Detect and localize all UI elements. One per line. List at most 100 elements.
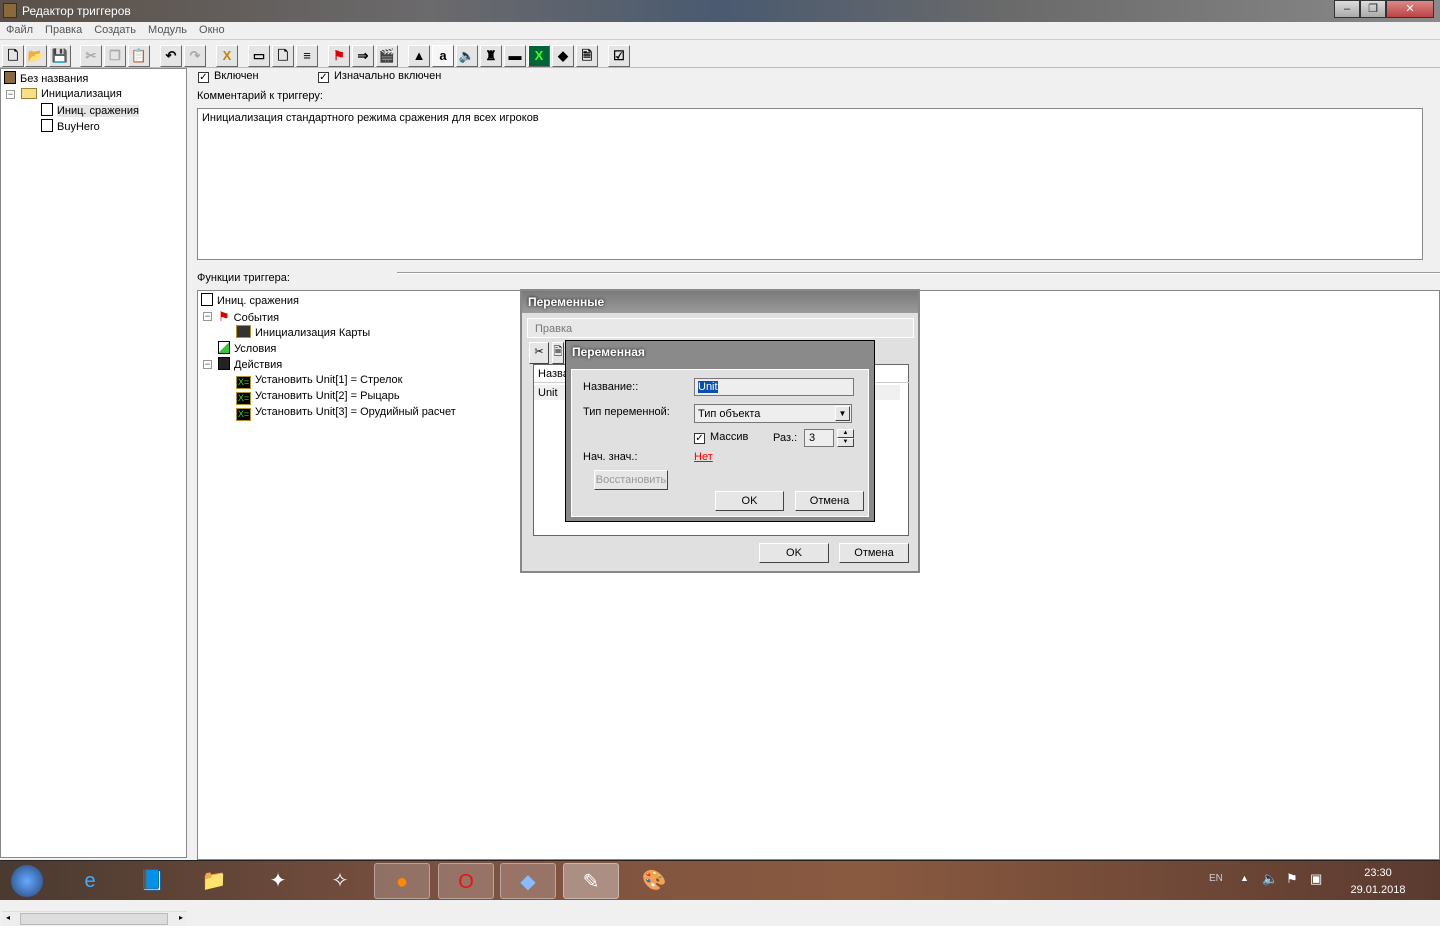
paint-icon[interactable]: 🎨 <box>626 863 682 899</box>
test-map-icon[interactable]: ☑ <box>608 45 630 67</box>
save-icon[interactable]: 💾 <box>49 45 71 67</box>
maximize-button[interactable]: ❐ <box>1360 0 1386 18</box>
type-value: Тип объекта <box>698 408 761 420</box>
gear-icon <box>236 325 251 338</box>
unit-editor-icon[interactable]: ♜ <box>480 45 502 67</box>
new-event-icon[interactable]: ⚑ <box>328 45 350 67</box>
delete-icon[interactable]: X <box>216 45 238 67</box>
initially-on-checkbox[interactable]: ✓ Изначально включен <box>318 70 441 83</box>
start-button[interactable] <box>0 863 54 899</box>
copy-icon[interactable]: 🗎 <box>552 342 564 364</box>
enabled-checkbox[interactable]: ✓ Включен <box>198 70 259 83</box>
spin-up-button[interactable]: ▲ <box>837 429 854 438</box>
action-item[interactable]: X= Установить Unit[2] = Рыцарь <box>236 389 400 405</box>
explorer-icon[interactable]: 📁 <box>186 863 242 899</box>
action-item[interactable]: X= Установить Unit[1] = Стрелок <box>236 373 403 389</box>
variables-menu-edit[interactable]: Правка <box>527 318 914 338</box>
tree-category[interactable]: Инициализация <box>21 87 122 102</box>
menu-window[interactable]: Окно <box>193 22 231 38</box>
action-label: Установить Unit[2] = Рыцарь <box>255 390 400 402</box>
ai-editor-icon[interactable]: ▬ <box>504 45 526 67</box>
variable-cancel-button[interactable]: Отмена <box>795 491 864 511</box>
import-icon[interactable]: ◆ <box>552 45 574 67</box>
array-checkbox[interactable]: ✓ Массив <box>694 431 748 444</box>
new-trigger-icon[interactable]: 🗋 <box>272 45 294 67</box>
menu-file[interactable]: Файл <box>0 22 39 38</box>
open-icon[interactable]: 📂 <box>25 45 47 67</box>
event-item[interactable]: Инициализация Карты <box>236 325 370 340</box>
size-input[interactable]: 3 <box>804 429 834 447</box>
trigger-icon <box>41 119 53 132</box>
copy-icon[interactable]: ❐ <box>104 45 126 67</box>
init-value-link[interactable]: Нет <box>694 451 713 463</box>
notebook-icon[interactable]: 📘 <box>124 863 180 899</box>
undo-icon[interactable]: ↶ <box>160 45 182 67</box>
comment-scrollbar[interactable] <box>1424 108 1438 260</box>
new-category-icon[interactable]: ▭ <box>248 45 270 67</box>
action-center-icon[interactable]: ⚑ <box>1286 871 1298 887</box>
terrain-editor-icon[interactable]: ▲ <box>408 45 430 67</box>
variables-cancel-button[interactable]: Отмена <box>839 543 909 563</box>
action-label: Установить Unit[1] = Стрелок <box>255 374 403 386</box>
func-root[interactable]: Иниц. сражения <box>201 293 299 308</box>
opera-icon[interactable]: O <box>438 863 494 899</box>
folder-icon <box>21 88 37 99</box>
name-value: Unit <box>698 381 718 393</box>
script-icon[interactable]: 🗎 <box>576 45 598 67</box>
variables-ok-button[interactable]: OK <box>759 543 829 563</box>
variable-ok-button[interactable]: OK <box>715 491 784 511</box>
spin-down-button[interactable]: ▼ <box>837 438 854 447</box>
trigger-editor-task[interactable]: ✎ <box>563 863 619 899</box>
paste-icon[interactable]: 📋 <box>128 45 150 67</box>
splitter[interactable] <box>397 272 1440 274</box>
close-button[interactable]: ✕ <box>1386 0 1434 18</box>
ie-icon[interactable]: e <box>62 863 118 899</box>
collapse-icon[interactable]: − <box>203 360 212 369</box>
actions-node[interactable]: Действия <box>218 357 282 372</box>
cut-icon[interactable]: ✂ <box>529 342 549 364</box>
new-condition-icon[interactable]: ⇒ <box>352 45 374 67</box>
tree-trigger-init[interactable]: Иниц. сражения <box>41 103 139 118</box>
events-label: События <box>233 312 280 324</box>
variables-icon[interactable]: X <box>528 45 550 67</box>
game-editor-icon[interactable]: ✧ <box>312 863 368 899</box>
collapse-icon[interactable]: − <box>203 312 212 321</box>
menu-module[interactable]: Модуль <box>142 22 193 38</box>
action-label: Установить Unit[3] = Орудийный расчет <box>255 406 456 418</box>
menu-edit[interactable]: Правка <box>39 22 88 38</box>
network-icon[interactable]: ▣ <box>1310 871 1322 887</box>
conditions-label: Условия <box>234 343 277 355</box>
new-action-icon[interactable]: 🎬 <box>376 45 398 67</box>
redo-icon[interactable]: ↷ <box>184 45 206 67</box>
conditions-node[interactable]: Условия <box>218 341 276 356</box>
type-select[interactable]: Тип объекта ▼ <box>694 404 852 423</box>
events-node[interactable]: ⚑ События <box>218 309 279 324</box>
minimize-button[interactable]: – <box>1334 0 1360 18</box>
tree-root[interactable]: Без названия <box>4 71 88 86</box>
new-icon[interactable]: 🗋 <box>2 45 24 67</box>
language-indicator[interactable]: EN <box>1209 873 1223 884</box>
restore-button[interactable]: Восстановить <box>594 470 668 490</box>
object-editor-icon[interactable]: a <box>432 45 454 67</box>
chevron-down-icon[interactable]: ▼ <box>835 406 850 421</box>
map-icon <box>4 71 16 84</box>
sound-editor-icon[interactable]: 🔈 <box>456 45 478 67</box>
clock-date[interactable]: 29.01.2018 <box>1346 884 1410 896</box>
action-item[interactable]: X= Установить Unit[3] = Орудийный расчет <box>236 405 456 421</box>
firefox-icon[interactable]: ● <box>374 863 430 899</box>
cube-icon[interactable]: ◆ <box>500 863 556 899</box>
horizontal-scrollbar[interactable]: ◂ ▸ <box>2 911 187 926</box>
collapse-icon[interactable]: − <box>6 90 15 99</box>
new-comment-icon[interactable]: ≡ <box>296 45 318 67</box>
clock-time[interactable]: 23:30 <box>1350 867 1406 879</box>
event-label: Инициализация Карты <box>255 327 371 339</box>
volume-icon[interactable]: 🔈 <box>1262 871 1278 887</box>
tree-category-label: Инициализация <box>41 88 122 100</box>
tray-arrow-icon[interactable]: ▲ <box>1240 873 1249 883</box>
comment-textarea[interactable]: Инициализация стандартного режима сражен… <box>197 108 1423 260</box>
tree-trigger-buyhero[interactable]: BuyHero <box>41 119 100 134</box>
cut-icon[interactable]: ✂ <box>80 45 102 67</box>
game-icon[interactable]: ✦ <box>250 863 306 899</box>
menu-create[interactable]: Создать <box>88 22 142 38</box>
name-input[interactable]: Unit <box>694 378 854 396</box>
